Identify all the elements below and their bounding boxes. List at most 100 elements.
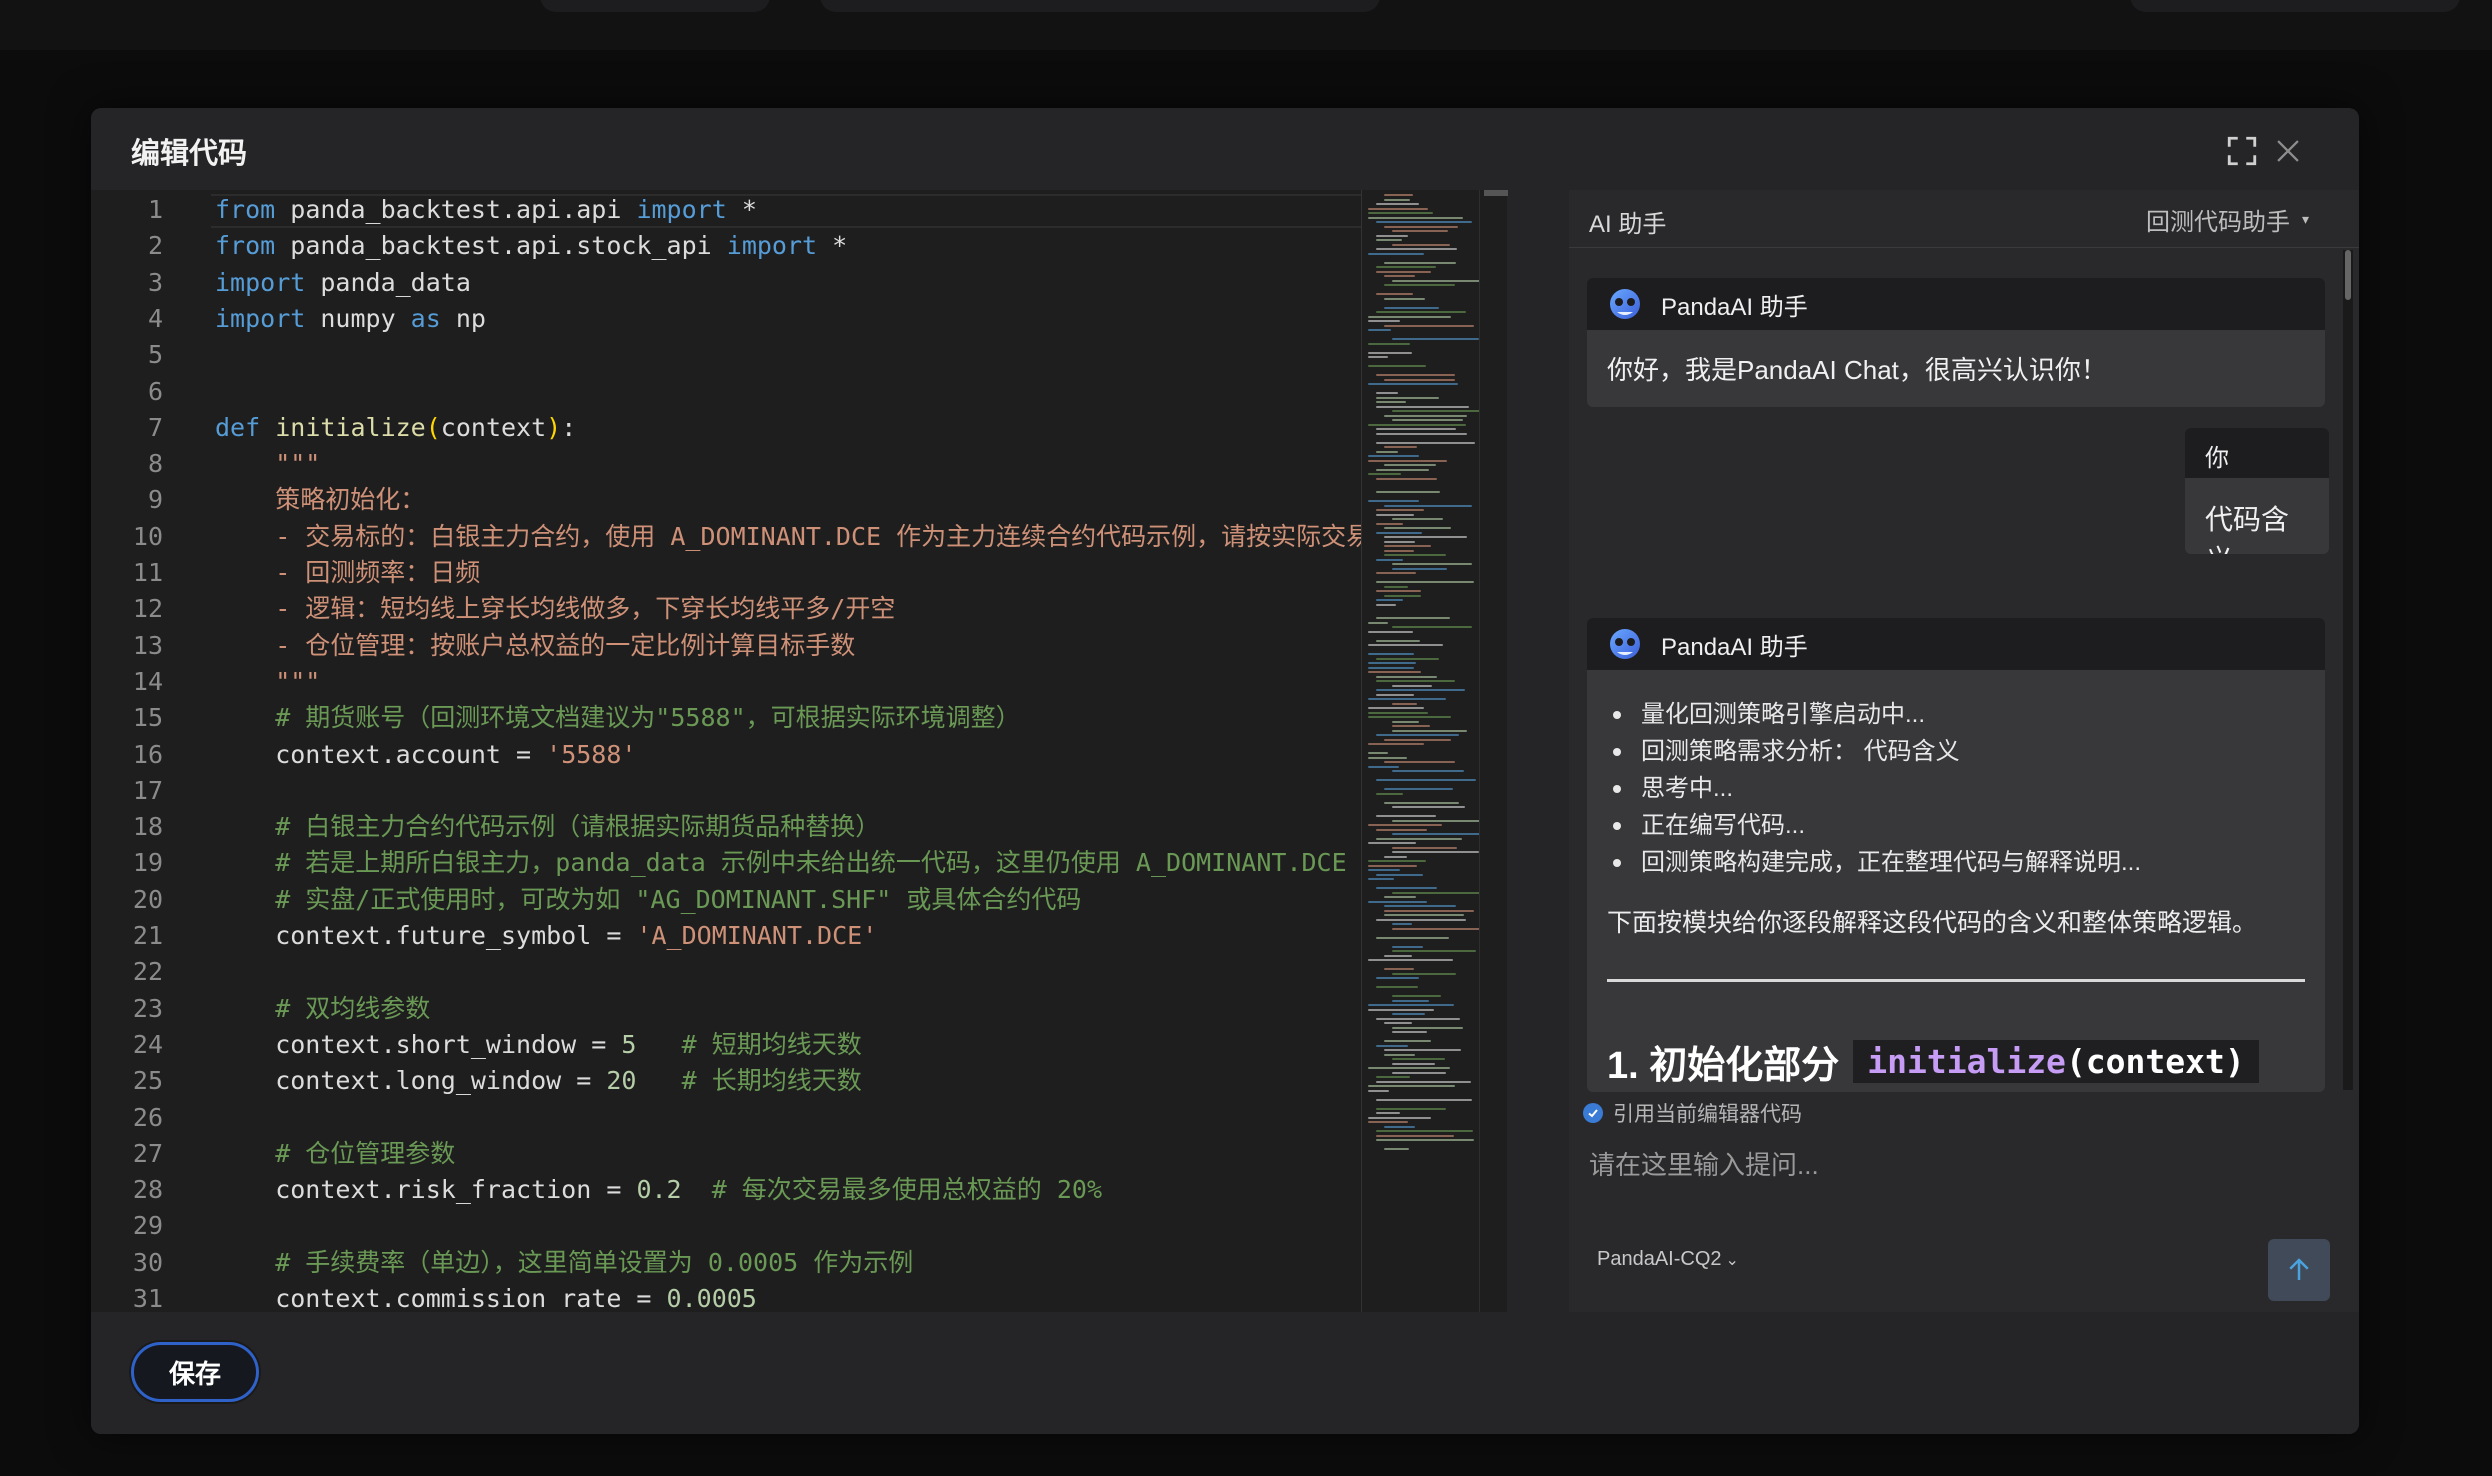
chat-input[interactable] xyxy=(1589,1140,2189,1190)
minimap-line xyxy=(1376,977,1420,979)
minimap-line xyxy=(1384,1148,1409,1150)
minimap-line xyxy=(1368,351,1412,354)
minimap-line xyxy=(1376,311,1466,313)
minimap-line xyxy=(1368,216,1464,219)
minimap-line xyxy=(1376,837,1463,840)
minimap-line xyxy=(1392,851,1479,853)
minimap-line xyxy=(1376,936,1450,939)
minimap-line xyxy=(1376,248,1457,250)
dialog-title: 编辑代码 xyxy=(131,138,248,170)
chat-title: AI 助手 xyxy=(1589,211,1667,238)
minimap-line xyxy=(1368,329,1391,331)
code-line: 18 # 白银主力合约代码示例（请根据实际期货品种替换） xyxy=(91,809,1361,845)
minimap-line xyxy=(1384,855,1408,858)
code-line: 17 xyxy=(91,773,1361,809)
minimap-line xyxy=(1392,891,1489,894)
assistant-mode-dropdown[interactable]: 回测代码助手 ▾ xyxy=(2146,202,2309,237)
code-text: - 回测频率：日频 xyxy=(215,555,480,591)
minimap-line xyxy=(1384,464,1436,466)
code-token: context.future_symbol = xyxy=(215,921,637,950)
line-number: 29 xyxy=(132,1211,163,1241)
panda-logo-icon xyxy=(1610,629,1640,659)
model-selector[interactable]: PandaAI-CQ2 ⌄ xyxy=(1597,1248,1739,1271)
code-editor[interactable]: 1 from panda_backtest.api.api import * 2 fr… xyxy=(91,190,1361,1312)
minimap-line xyxy=(1384,1053,1415,1056)
code-text: context.short_window = 5 # 短期均线天数 xyxy=(215,1027,862,1063)
progress-list: 量化回测策略引擎启动中... 回测策略需求分析： 代码含义 思考中... 正在编… xyxy=(1607,696,2305,881)
code-token: import xyxy=(726,231,818,261)
code-token: # 白银主力合约代码示例（请根据实际期货品种替换） xyxy=(215,812,881,842)
minimap-line xyxy=(1376,1134,1454,1137)
code-line: 16 context.account = '5588' xyxy=(91,737,1361,773)
dialog-footer: 保存 xyxy=(91,1312,2359,1434)
minimap-line xyxy=(1392,1058,1446,1060)
minimap-line xyxy=(1368,621,1389,624)
assistant-name: PandaAI 助手 xyxy=(1661,293,1808,321)
minimap-line xyxy=(1376,689,1466,691)
chat-scrollbar[interactable] xyxy=(2343,250,2353,1090)
minimap-line xyxy=(1384,549,1414,552)
minimap-line xyxy=(1392,950,1477,952)
minimap-line xyxy=(1392,1026,1463,1029)
line-number: 20 xyxy=(132,884,163,914)
code-line: 8 """ xyxy=(91,446,1361,482)
code-token: : xyxy=(561,412,577,442)
minimap-line xyxy=(1376,513,1415,516)
line-number: 24 xyxy=(132,1029,163,1059)
minimap-line xyxy=(1376,815,1437,817)
minimap-line xyxy=(1384,954,1412,957)
code-text: # 若是上期所白银主力，panda_data 示例中未给出统一代码，这里仍使用 … xyxy=(215,845,1361,881)
minimap-line xyxy=(1368,252,1425,255)
code-text: context.account = '5588' xyxy=(215,737,636,773)
code-line: 20 # 实盘/正式使用时，可改为如 "AG_DOMINANT.SHF" 或具体… xyxy=(91,882,1361,918)
user-label: 你 xyxy=(2185,428,2329,478)
code-token: context.risk_fraction = xyxy=(215,1175,637,1205)
minimap-line xyxy=(1368,644,1443,646)
scrollbar-thumb[interactable] xyxy=(1484,190,1508,196)
code-function-name: initialize xyxy=(1867,1042,2066,1081)
editor-scrollbar[interactable] xyxy=(1479,190,1508,1312)
minimap-line xyxy=(1384,968,1414,970)
minimap-line xyxy=(1384,446,1418,448)
code-token: * xyxy=(726,195,757,224)
minimap-line xyxy=(1392,563,1473,565)
code-token: context.short_window = xyxy=(215,1029,622,1059)
minimap-line xyxy=(1368,207,1428,210)
section-heading-code: initialize(context) xyxy=(1853,1040,2259,1083)
minimap-line xyxy=(1376,1098,1472,1101)
line-number: 23 xyxy=(132,993,163,1023)
code-line: 11 - 回测频率：日频 xyxy=(91,555,1361,591)
minimap-line xyxy=(1368,860,1426,862)
line-number: 18 xyxy=(132,812,163,842)
minimap-line xyxy=(1384,194,1414,196)
minimap-line xyxy=(1368,212,1433,214)
minimap-line xyxy=(1392,1031,1427,1033)
save-button[interactable]: 保存 xyxy=(131,1342,259,1402)
code-args: (context) xyxy=(2065,1042,2245,1081)
minimap-line xyxy=(1384,594,1422,597)
minimap-line xyxy=(1392,518,1443,520)
close-button[interactable] xyxy=(2269,132,2307,170)
fullscreen-button[interactable] xyxy=(2223,132,2261,170)
reference-editor-code-toggle[interactable]: 引用当前编辑器代码 xyxy=(1583,1098,1802,1128)
minimap-line xyxy=(1392,567,1448,570)
message-header: PandaAI 助手 xyxy=(1587,618,2325,670)
minimap-line xyxy=(1376,441,1476,444)
minimap-line xyxy=(1392,945,1423,948)
minimap-line xyxy=(1368,459,1448,462)
chat-scrollbar-thumb[interactable] xyxy=(2345,250,2351,300)
minimap-line xyxy=(1384,801,1460,804)
minimap-line xyxy=(1392,995,1441,997)
minimap-line xyxy=(1368,959,1454,961)
code-text: """ xyxy=(215,446,320,482)
minimap-line xyxy=(1368,869,1400,871)
minimap-line xyxy=(1368,878,1394,880)
editor-minimap[interactable] xyxy=(1361,190,1491,1312)
code-token: from xyxy=(215,195,276,224)
send-button[interactable] xyxy=(2268,1239,2330,1301)
minimap-line xyxy=(1384,297,1426,300)
response-intro: 下面按模块给你逐段解释这段代码的含义和整体策略逻辑。 xyxy=(1607,909,2258,937)
minimap-line xyxy=(1376,1076,1410,1078)
check-icon xyxy=(1583,1103,1603,1123)
code-token: """ xyxy=(215,666,321,696)
